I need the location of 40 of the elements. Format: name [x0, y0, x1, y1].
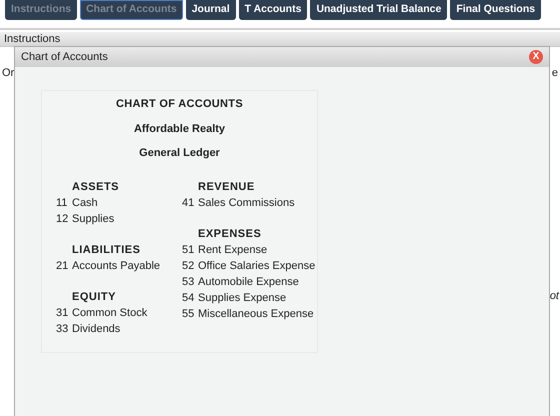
tab[interactable]: Journal — [186, 0, 236, 20]
account-name: Supplies — [72, 212, 114, 226]
account-number: 53 — [182, 274, 196, 290]
section-heading: ASSETS — [71, 180, 120, 194]
dialog-title: Chart of Accounts — [21, 50, 108, 65]
chart-heading: CHART OF ACCOUNTS — [116, 97, 243, 112]
section-heading: EXPENSES — [197, 226, 262, 242]
account-number: 11 — [56, 196, 68, 210]
account-name: Common Stock — [72, 306, 148, 320]
account-name: Supplies Expense — [198, 290, 286, 306]
account-number: 52 — [182, 258, 196, 274]
account-name: Automobile Expense — [198, 274, 299, 290]
company-name: Affordable Realty — [134, 122, 226, 136]
account-number: 51 — [182, 242, 196, 258]
ledger-name: General Ledger — [139, 146, 220, 161]
account-name: Dividends — [72, 322, 120, 336]
tab[interactable]: Unadjusted Trial Balance — [310, 0, 448, 20]
close-button[interactable]: X — [529, 50, 543, 64]
section-heading: REVENUE — [197, 180, 256, 194]
instructions-text: Or — [2, 66, 14, 81]
account-name: Office Salaries Expense — [198, 258, 316, 274]
account-name: Rent Expense — [198, 242, 268, 258]
instructions-text: e — [552, 66, 558, 81]
account-number: 33 — [56, 322, 70, 336]
tab[interactable]: Final Questions — [450, 0, 542, 20]
tab[interactable]: T Accounts — [238, 0, 308, 20]
account-name: Sales Commissions — [198, 196, 295, 210]
account-name: Miscellaneous Expense — [198, 306, 314, 322]
account-name: Accounts Payable — [72, 258, 160, 274]
section-heading: EQUITY — [71, 290, 117, 304]
account-number: 41 — [182, 196, 196, 210]
account-number: 55 — [182, 306, 196, 322]
instructions-text: ot — [550, 289, 559, 304]
panel-title: Instructions — [4, 33, 60, 45]
account-number: 12 — [56, 212, 70, 226]
account-number: 31 — [56, 306, 70, 320]
account-name: Cash — [72, 196, 98, 210]
account-number: 54 — [182, 290, 196, 306]
account-number: 21 — [56, 258, 70, 274]
section-heading: LIABILITIES — [71, 242, 142, 258]
